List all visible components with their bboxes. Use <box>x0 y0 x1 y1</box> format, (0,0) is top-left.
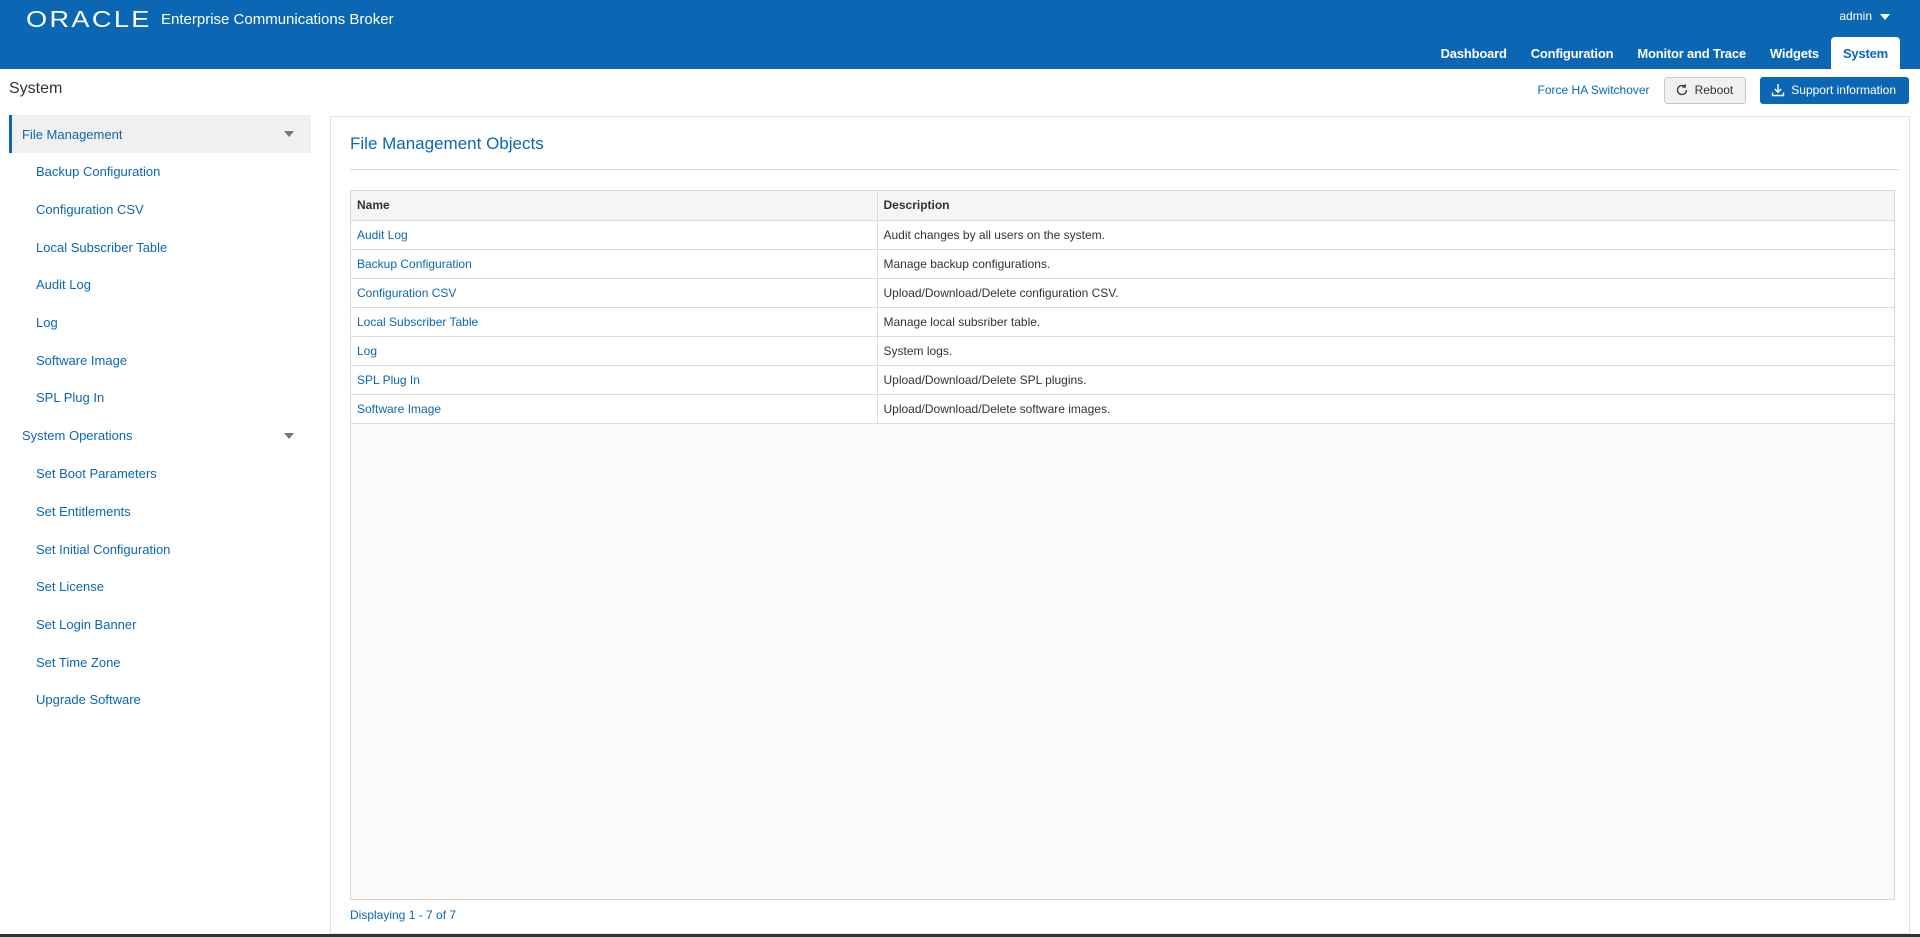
row-description: System logs. <box>877 336 1894 366</box>
sidebar-item-set-entitlements[interactable]: Set Entitlements <box>0 493 311 531</box>
sidebar-item-configuration-csv[interactable]: Configuration CSV <box>0 191 311 229</box>
sidebar-item-set-time-zone[interactable]: Set Time Zone <box>0 643 311 681</box>
main-panel: File Management Objects Name Description… <box>330 116 1910 934</box>
sidebar-item-set-license[interactable]: Set License <box>0 568 311 606</box>
objects-table: Name Description Audit Log Audit changes… <box>351 191 1894 424</box>
sidebar-item-spl-plug-in[interactable]: SPL Plug In <box>0 379 311 417</box>
user-menu[interactable]: admin <box>1839 9 1890 23</box>
sidebar-item-log[interactable]: Log <box>0 304 311 342</box>
sidebar-item-software-image[interactable]: Software Image <box>0 341 311 379</box>
user-name: admin <box>1839 9 1872 23</box>
table-row[interactable]: Log System logs. <box>351 336 1894 366</box>
row-name-link[interactable]: Local Subscriber Table <box>351 307 878 337</box>
column-header-name[interactable]: Name <box>351 191 878 221</box>
sidebar-item-upgrade-software[interactable]: Upgrade Software <box>0 681 311 719</box>
oracle-logo: ORACLE <box>26 6 152 32</box>
row-description: Audit changes by all users on the system… <box>877 220 1894 250</box>
sidebar-group-system-operations[interactable]: System Operations <box>0 417 311 455</box>
panel-title: File Management Objects <box>350 134 544 153</box>
table-row[interactable]: SPL Plug In Upload/Download/Delete SPL p… <box>351 365 1894 395</box>
pagination-status: Displaying 1 - 7 of 7 <box>350 908 457 922</box>
row-name-link[interactable]: Software Image <box>351 394 878 424</box>
sidebar-item-set-login-banner[interactable]: Set Login Banner <box>0 606 311 644</box>
support-information-label: Support information <box>1791 83 1896 97</box>
refresh-icon <box>1675 83 1689 97</box>
table-row[interactable]: Software Image Upload/Download/Delete so… <box>351 394 1894 424</box>
reboot-label: Reboot <box>1694 83 1734 97</box>
tab-monitor-and-trace[interactable]: Monitor and Trace <box>1625 37 1758 69</box>
table-row[interactable]: Audit Log Audit changes by all users on … <box>351 220 1894 250</box>
tab-configuration[interactable]: Configuration <box>1519 37 1626 69</box>
chevron-down-icon[interactable] <box>284 432 294 439</box>
chevron-down-icon <box>1880 14 1890 20</box>
column-header-description[interactable]: Description <box>877 191 1894 221</box>
row-description: Upload/Download/Delete SPL plugins. <box>877 365 1894 395</box>
row-name-link[interactable]: Configuration CSV <box>351 278 878 308</box>
table-row[interactable]: Configuration CSV Upload/Download/Delete… <box>351 278 1894 308</box>
divider <box>350 169 1899 170</box>
row-name-link[interactable]: Backup Configuration <box>351 249 878 279</box>
row-name-link[interactable]: Audit Log <box>351 220 878 250</box>
objects-table-container[interactable]: Name Description Audit Log Audit changes… <box>350 190 1895 900</box>
sidebar-group-label: File Management <box>22 126 123 142</box>
sidebar-item-local-subscriber-table[interactable]: Local Subscriber Table <box>0 228 311 266</box>
sidebar: File Management Backup Configuration Con… <box>0 115 311 719</box>
download-icon <box>1771 83 1785 97</box>
row-name-link[interactable]: Log <box>351 336 878 366</box>
reboot-button[interactable]: Reboot <box>1663 76 1747 104</box>
app-header: ORACLE Enterprise Communications Broker … <box>0 0 1920 69</box>
tab-dashboard[interactable]: Dashboard <box>1429 37 1519 69</box>
sidebar-item-backup-configuration[interactable]: Backup Configuration <box>0 153 311 191</box>
page-title: System <box>9 80 63 97</box>
chevron-down-icon[interactable] <box>284 131 294 137</box>
row-description: Upload/Download/Delete configuration CSV… <box>877 278 1894 308</box>
sidebar-item-set-boot-parameters[interactable]: Set Boot Parameters <box>0 455 311 493</box>
sidebar-group-file-management[interactable]: File Management <box>9 115 311 153</box>
row-description: Upload/Download/Delete software images. <box>877 394 1894 424</box>
table-row[interactable]: Backup Configuration Manage backup confi… <box>351 249 1894 279</box>
tab-widgets[interactable]: Widgets <box>1758 37 1831 69</box>
row-description: Manage local subsriber table. <box>877 307 1894 337</box>
page-actions: Force HA Switchover Reboot Support infor… <box>1538 76 1909 104</box>
sidebar-group-label: System Operations <box>22 428 133 444</box>
table-row[interactable]: Local Subscriber Table Manage local subs… <box>351 307 1894 337</box>
row-name-link[interactable]: SPL Plug In <box>351 365 878 395</box>
product-name: Enterprise Communications Broker <box>161 11 394 28</box>
main-nav: Dashboard Configuration Monitor and Trac… <box>1429 37 1900 69</box>
row-description: Manage backup configurations. <box>877 249 1894 279</box>
sidebar-item-audit-log[interactable]: Audit Log <box>0 266 311 304</box>
table-header-row: Name Description <box>351 191 1894 221</box>
support-information-button[interactable]: Support information <box>1760 76 1909 104</box>
force-ha-switchover-link[interactable]: Force HA Switchover <box>1538 83 1650 97</box>
tab-system[interactable]: System <box>1830 37 1900 69</box>
sidebar-item-set-initial-configuration[interactable]: Set Initial Configuration <box>0 530 311 568</box>
